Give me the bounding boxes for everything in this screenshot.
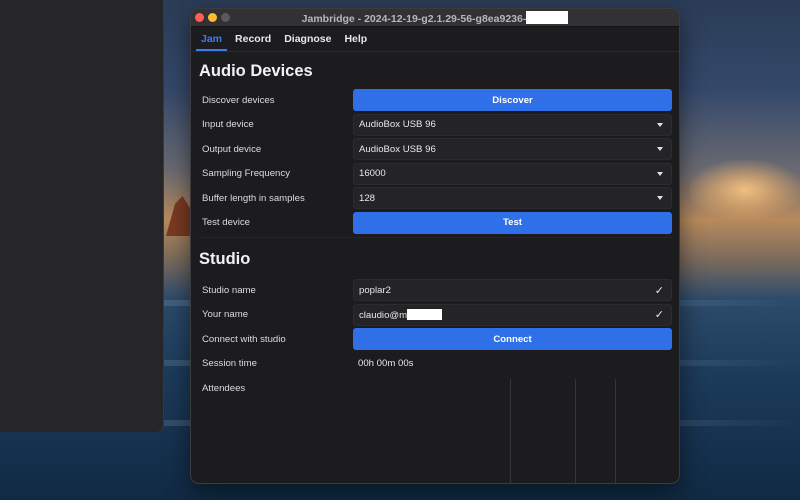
jambridge-window: Jambridge - 2024-12-19-g2.1.29-56-g8ea92… bbox=[190, 8, 680, 484]
connect-with-studio-label: Connect with studio bbox=[202, 333, 286, 345]
input-device-value: AudioBox USB 96 bbox=[359, 119, 436, 131]
tab-help[interactable]: Help bbox=[338, 33, 373, 51]
wallpaper-sunset-glow bbox=[690, 160, 800, 220]
redacted-block bbox=[407, 308, 443, 320]
studio-heading: Studio bbox=[199, 250, 251, 268]
chevron-down-icon bbox=[657, 147, 663, 152]
attendees-label: Attendees bbox=[202, 383, 246, 394]
output-device-select[interactable]: AudioBox USB 96 bbox=[353, 138, 672, 161]
buffer-length-row: Buffer length in samples 128 bbox=[198, 186, 672, 211]
chevron-down-icon bbox=[657, 122, 663, 127]
sampling-frequency-label: Sampling Frequency bbox=[202, 168, 290, 180]
session-time-row: Session time 00h 00m 00s bbox=[198, 352, 672, 377]
attendees-row: Attendees bbox=[198, 376, 672, 483]
tab-jam[interactable]: Jam bbox=[195, 33, 228, 51]
your-name-value-wrap: claudio@m bbox=[359, 308, 443, 321]
input-device-label: Input device bbox=[202, 119, 254, 131]
session-time-value: 00h 00m 00s bbox=[358, 358, 414, 370]
tab-record[interactable]: Record bbox=[229, 33, 277, 51]
studio-name-input[interactable]: poplar2 ✓ bbox=[353, 279, 672, 302]
buffer-length-label: Buffer length in samples bbox=[202, 192, 305, 204]
test-device-row: Test device Test bbox=[198, 211, 672, 236]
attendees-column-divider bbox=[510, 379, 511, 483]
output-device-row: Output device AudioBox USB 96 bbox=[198, 137, 672, 162]
attendees-table[interactable] bbox=[353, 379, 672, 483]
studio-name-row: Studio name poplar2 ✓ bbox=[198, 278, 672, 303]
your-name-value: claudio@m bbox=[359, 309, 408, 321]
window-title: Jambridge - 2024-12-19-g2.1.29-56-g8ea92… bbox=[191, 11, 679, 25]
tab-bar: Jam Record Diagnose Help bbox=[191, 27, 679, 52]
checkmark-icon: ✓ bbox=[654, 284, 664, 297]
your-name-label: Your name bbox=[202, 309, 249, 321]
discover-devices-label: Discover devices bbox=[202, 94, 275, 106]
tab-diagnose[interactable]: Diagnose bbox=[278, 33, 337, 51]
chevron-down-icon bbox=[657, 196, 663, 201]
input-device-row: Input device AudioBox USB 96 bbox=[198, 113, 672, 138]
studio-name-label: Studio name bbox=[202, 284, 256, 296]
jam-panel: Audio Devices Discover devices Discover … bbox=[191, 52, 679, 483]
connect-row: Connect with studio Connect bbox=[198, 327, 672, 352]
background-window[interactable] bbox=[0, 0, 164, 432]
sampling-frequency-row: Sampling Frequency 16000 bbox=[198, 162, 672, 187]
buffer-length-value: 128 bbox=[359, 192, 376, 204]
connect-button[interactable]: Connect bbox=[353, 328, 672, 351]
studio-name-value: poplar2 bbox=[359, 284, 392, 296]
sampling-frequency-value: 16000 bbox=[359, 168, 386, 180]
chevron-down-icon bbox=[657, 171, 663, 176]
redacted-block bbox=[526, 11, 569, 24]
discover-row: Discover devices Discover bbox=[198, 88, 672, 113]
session-time-label: Session time bbox=[202, 358, 257, 370]
audio-devices-heading: Audio Devices bbox=[199, 62, 313, 80]
your-name-input[interactable]: claudio@m ✓ bbox=[353, 303, 672, 326]
your-name-row: Your name claudio@m ✓ bbox=[198, 303, 672, 328]
sampling-frequency-select[interactable]: 16000 bbox=[353, 162, 672, 185]
test-device-label: Test device bbox=[202, 217, 250, 229]
discover-button[interactable]: Discover bbox=[353, 89, 672, 112]
output-device-label: Output device bbox=[202, 143, 262, 155]
test-button[interactable]: Test bbox=[353, 211, 672, 234]
window-title-text: Jambridge - 2024-12-19-g2.1.29-56-g8ea92… bbox=[301, 13, 527, 25]
title-bar[interactable]: Jambridge - 2024-12-19-g2.1.29-56-g8ea92… bbox=[191, 9, 679, 27]
attendees-column-divider bbox=[615, 379, 616, 483]
output-device-value: AudioBox USB 96 bbox=[359, 143, 436, 155]
buffer-length-select[interactable]: 128 bbox=[353, 187, 672, 210]
attendees-column-divider bbox=[575, 379, 576, 483]
checkmark-icon: ✓ bbox=[654, 309, 664, 322]
input-device-select[interactable]: AudioBox USB 96 bbox=[353, 113, 672, 136]
